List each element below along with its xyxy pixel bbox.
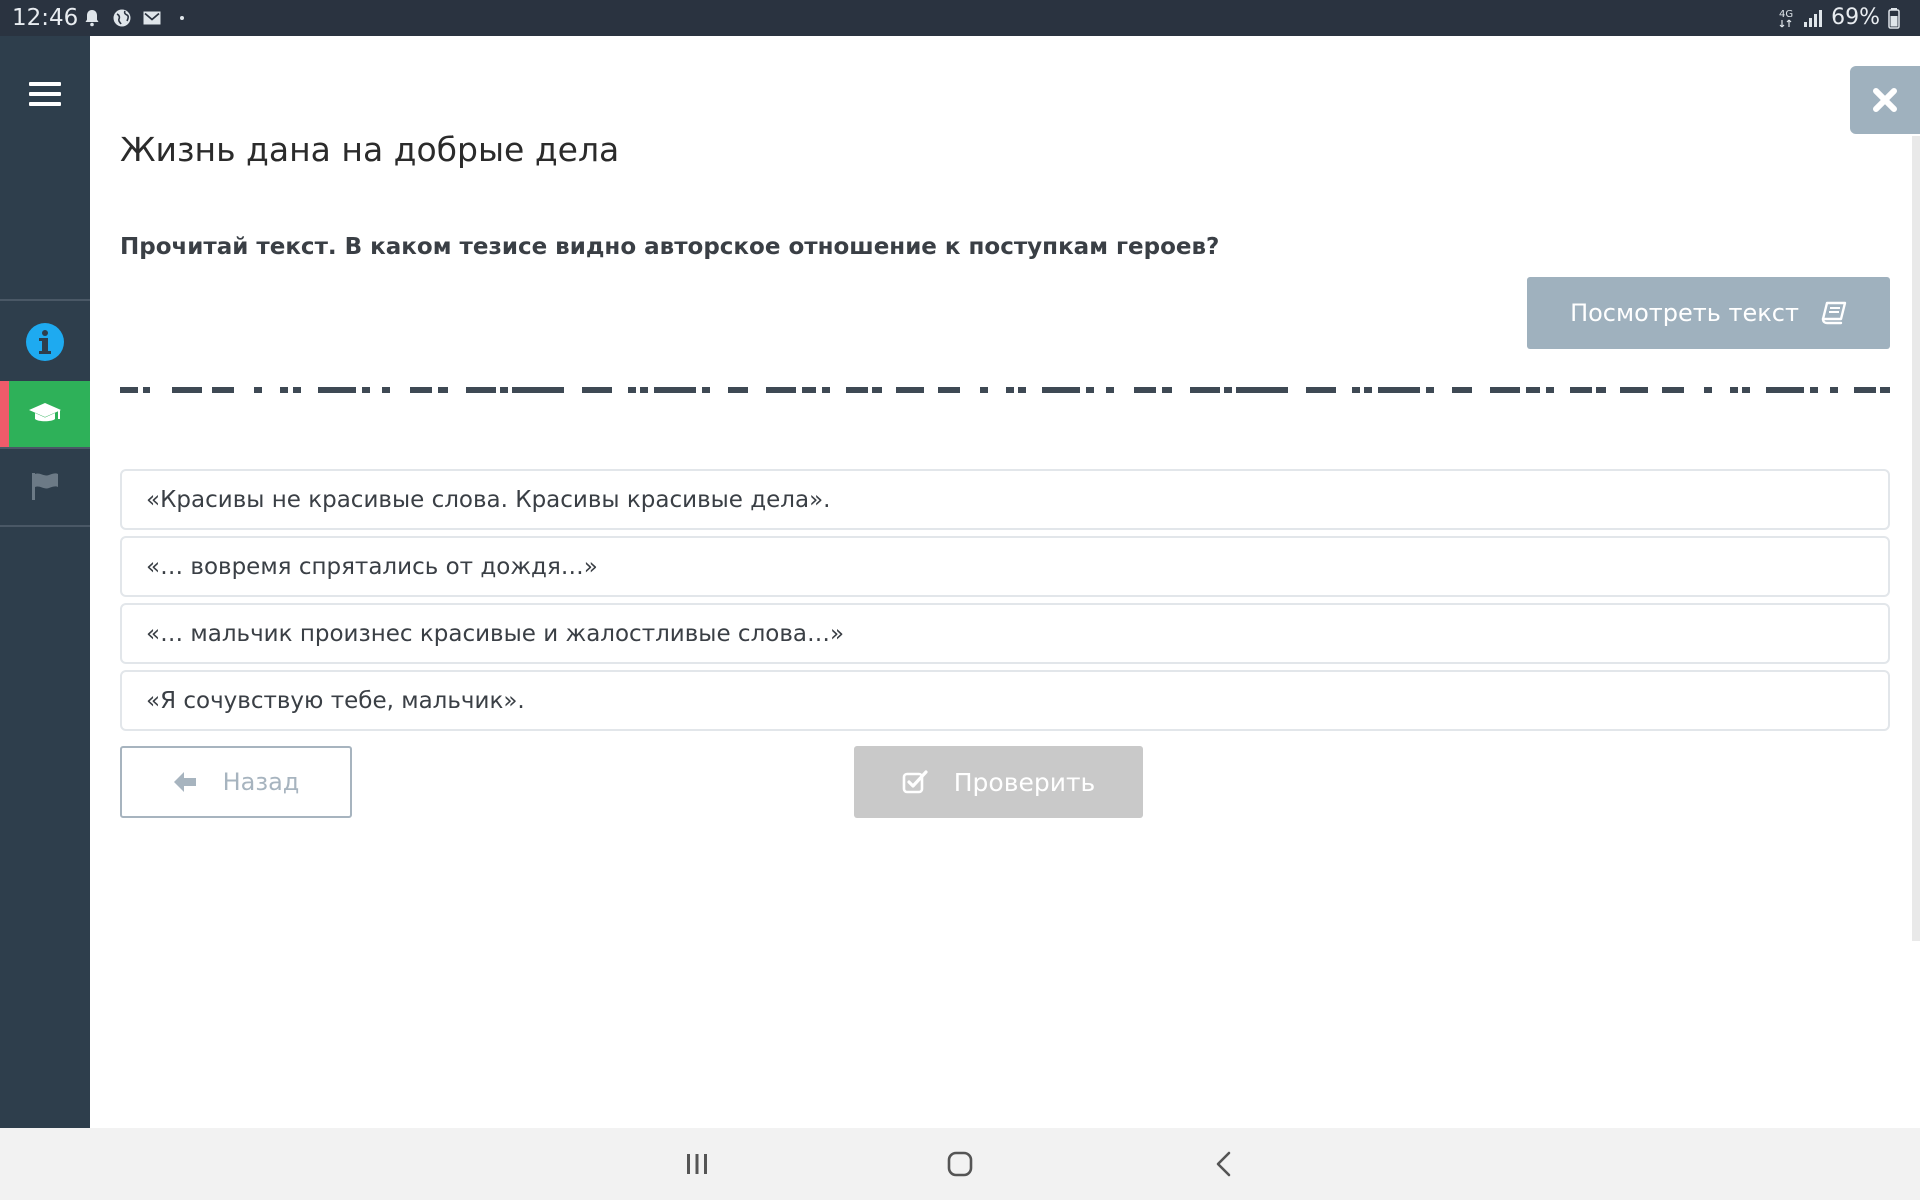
network-4g-icon: 4G xyxy=(1779,9,1793,28)
sidebar-item-info[interactable] xyxy=(0,309,90,375)
battery-percent: 69% xyxy=(1831,5,1880,30)
checkbox-checked-icon xyxy=(902,770,928,794)
status-right: 4G 69% xyxy=(1779,4,1900,32)
main-content: Жизнь дана на добрые дела Прочитай текст… xyxy=(90,36,1920,1128)
sidebar-divider xyxy=(0,525,90,527)
home-icon xyxy=(947,1151,973,1177)
recent-apps-button[interactable] xyxy=(669,1140,725,1188)
check-button[interactable]: Проверить xyxy=(854,746,1143,818)
answer-option-3[interactable]: «… мальчик произнес красивые и жалостлив… xyxy=(120,603,1890,664)
scrollbar[interactable] xyxy=(1912,136,1920,941)
answer-option-1[interactable]: «Красивы не красивые слова. Красивы крас… xyxy=(120,469,1890,530)
notification-bell-icon xyxy=(85,10,99,27)
info-icon xyxy=(26,323,64,361)
close-button[interactable] xyxy=(1850,66,1920,134)
signal-icon xyxy=(1804,10,1823,27)
sidebar xyxy=(0,36,90,1128)
home-button[interactable] xyxy=(932,1140,988,1188)
status-icons xyxy=(82,8,192,28)
sidebar-divider xyxy=(0,299,90,301)
text-gaps-dashes xyxy=(120,387,1890,393)
mail-icon xyxy=(143,11,161,25)
back-button[interactable]: Назад xyxy=(120,746,352,818)
dash-group xyxy=(120,387,1890,393)
flag-icon xyxy=(32,473,58,500)
check-button-label: Проверить xyxy=(953,767,1096,797)
answer-option-2[interactable]: «… вовремя спрятались от дождя…» xyxy=(120,536,1890,597)
chevron-left-icon xyxy=(1216,1151,1231,1177)
dot-icon xyxy=(180,16,184,20)
answer-list: «Красивы не красивые слова. Красивы крас… xyxy=(120,469,1890,737)
status-bar: 12:46 4G 69% xyxy=(0,0,1920,36)
globe-icon xyxy=(113,9,131,27)
sidebar-divider xyxy=(0,447,90,449)
view-text-button[interactable]: Посмотреть текст xyxy=(1527,277,1890,349)
navigation-bar xyxy=(0,1128,1920,1200)
question-text: Прочитай текст. В каком тезисе видно авт… xyxy=(120,234,1220,260)
hamburger-icon xyxy=(29,82,61,106)
status-time: 12:46 xyxy=(12,5,79,31)
view-text-label: Посмотреть текст xyxy=(1570,299,1799,327)
network-type: 4G xyxy=(1779,9,1793,20)
system-back-button[interactable] xyxy=(1196,1140,1252,1188)
sidebar-item-flag[interactable] xyxy=(0,453,90,519)
recent-apps-icon xyxy=(687,1154,707,1174)
book-icon xyxy=(1821,301,1847,325)
battery-icon xyxy=(1888,8,1900,29)
page-title: Жизнь дана на добрые дела xyxy=(120,130,620,169)
back-button-label: Назад xyxy=(222,768,300,796)
sidebar-item-lesson[interactable] xyxy=(0,381,90,447)
close-icon xyxy=(1873,88,1897,112)
arrow-left-icon xyxy=(173,772,196,792)
answer-option-4[interactable]: «Я сочувствую тебе, мальчик». xyxy=(120,670,1890,731)
graduation-cap-icon xyxy=(29,403,61,422)
sidebar-menu-button[interactable] xyxy=(0,36,90,301)
